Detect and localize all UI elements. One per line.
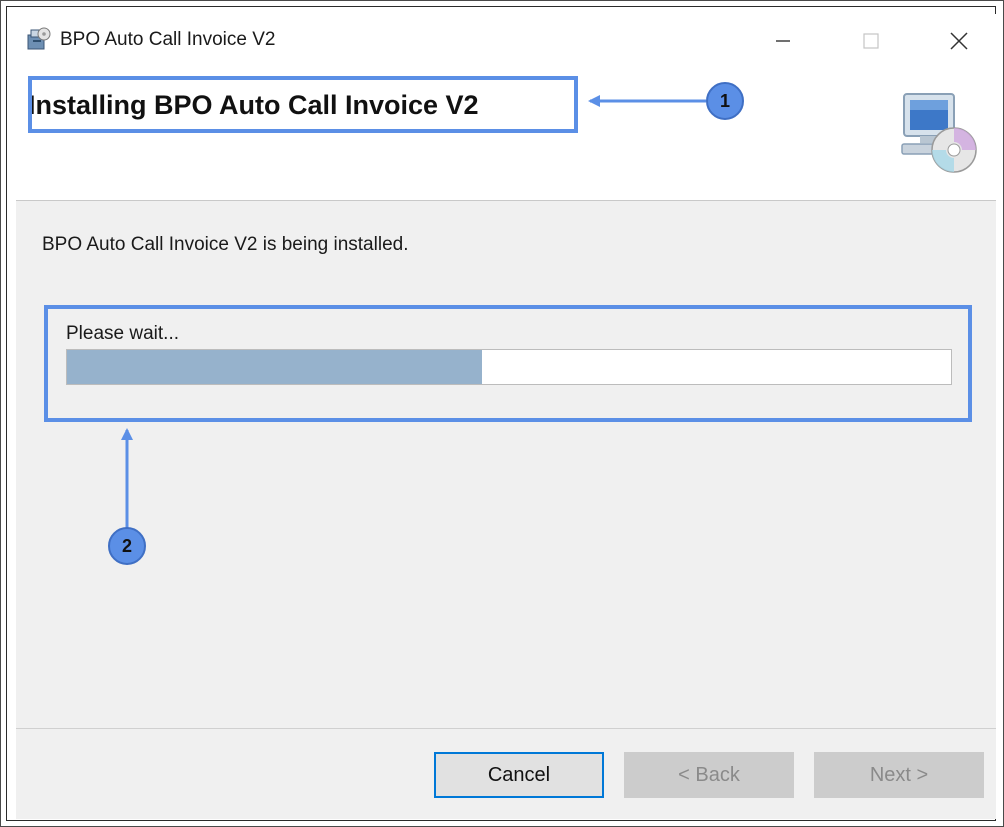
banner-title: Installing BPO Auto Call Invoice V2: [28, 90, 479, 120]
progress-bar: [66, 349, 952, 385]
next-button[interactable]: Next >: [814, 752, 984, 798]
install-status-text: BPO Auto Call Invoice V2 is being instal…: [42, 234, 409, 255]
installer-window: BPO Auto Call Invoice V2 Installing BPO …: [16, 14, 996, 819]
minimize-button[interactable]: [768, 26, 798, 56]
minimize-icon: [776, 40, 790, 42]
annotation-badge-2-label: 2: [121, 536, 132, 556]
title-bar: BPO Auto Call Invoice V2: [16, 14, 996, 66]
cancel-button[interactable]: Cancel: [434, 752, 604, 798]
maximize-button[interactable]: [856, 26, 886, 56]
footer-divider: [16, 728, 996, 729]
window-title: BPO Auto Call Invoice V2: [60, 29, 276, 50]
computer-disc-icon: [898, 88, 978, 176]
close-icon: [950, 32, 968, 50]
maximize-icon: [863, 33, 879, 49]
annotation-badge-1-label: 1: [719, 91, 730, 111]
close-button[interactable]: [944, 26, 974, 56]
progress-label: Please wait...: [66, 323, 179, 344]
installer-app-icon: [26, 26, 52, 52]
header-banner: Installing BPO Auto Call Invoice V2: [16, 66, 996, 201]
back-button[interactable]: < Back: [624, 752, 794, 798]
progress-bar-fill: [67, 350, 483, 384]
